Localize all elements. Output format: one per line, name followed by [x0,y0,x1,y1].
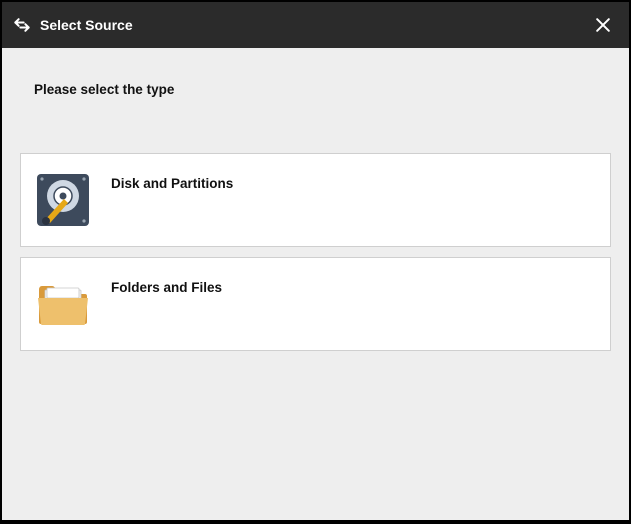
prompt-text: Please select the type [34,82,611,97]
folder-icon [35,276,91,332]
close-button[interactable] [591,13,615,37]
option-label: Disk and Partitions [111,176,233,191]
dialog-window: Select Source Please select the type [2,2,629,520]
hard-disk-icon [35,172,91,228]
app-swap-icon [12,15,32,35]
dialog-title: Select Source [40,17,591,33]
option-folders-and-files[interactable]: Folders and Files [20,257,611,351]
dialog-content: Please select the type Disk and Partitio… [2,48,629,520]
option-label: Folders and Files [111,280,222,295]
titlebar: Select Source [2,2,629,48]
close-icon [593,15,613,35]
option-disk-and-partitions[interactable]: Disk and Partitions [20,153,611,247]
